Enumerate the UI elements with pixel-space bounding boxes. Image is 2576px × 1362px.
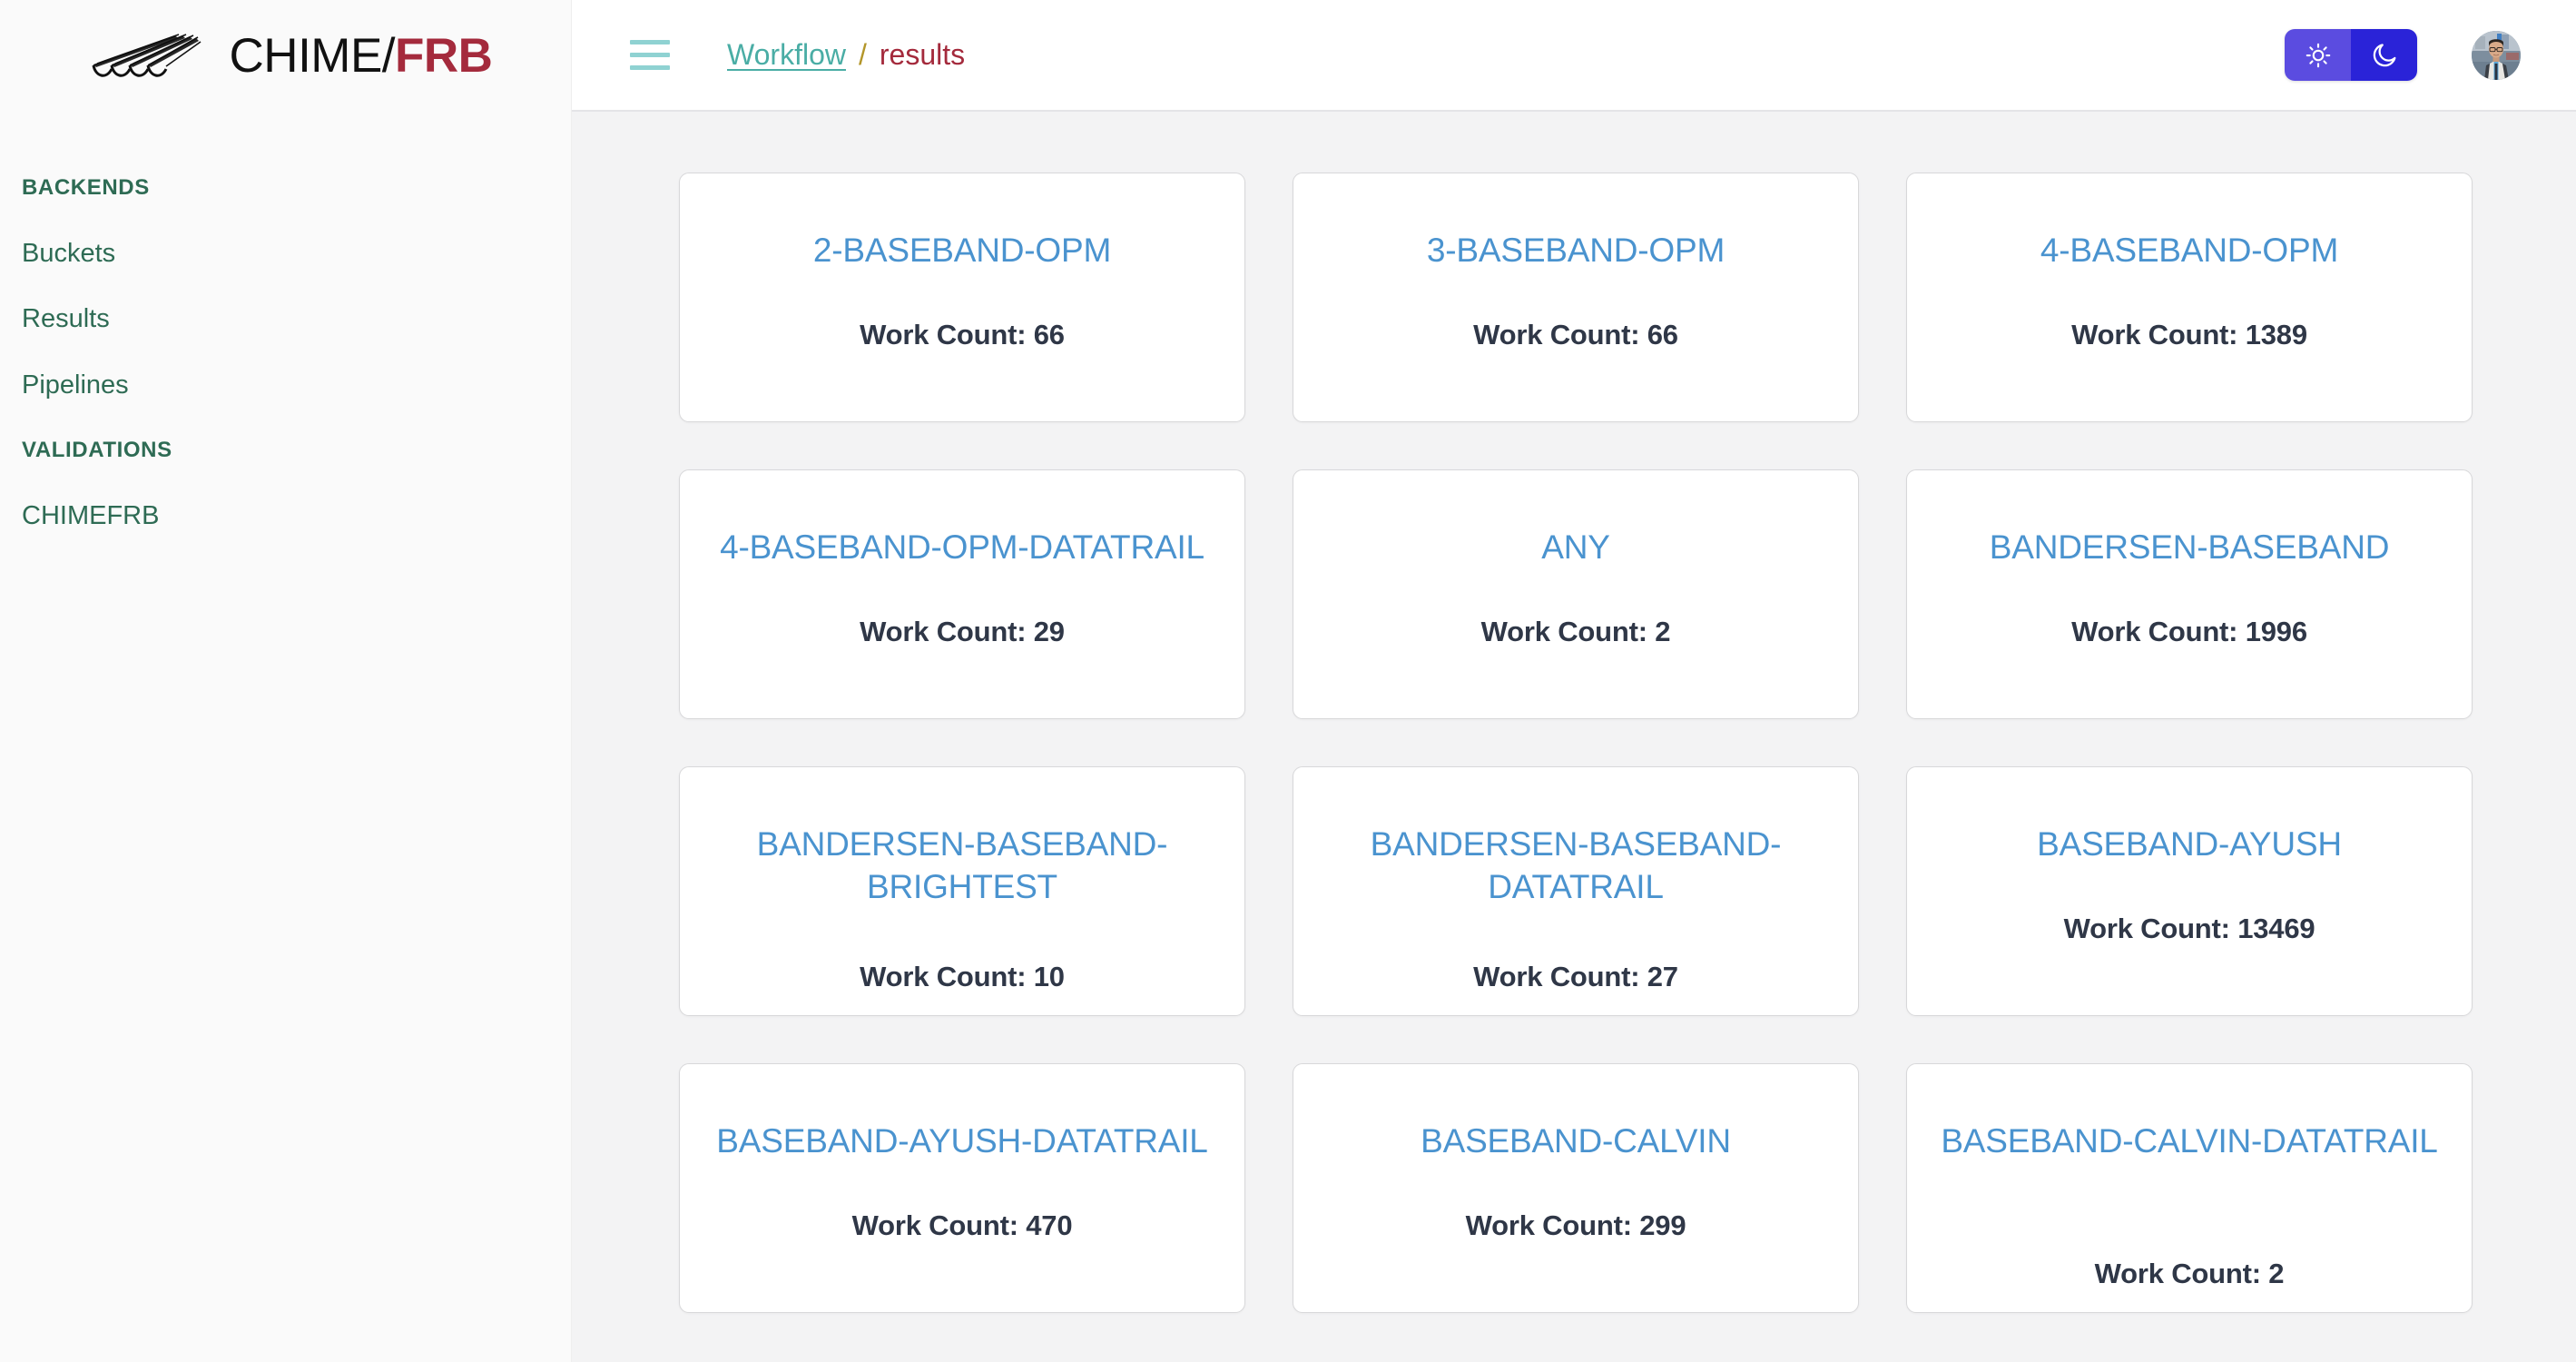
result-card-title[interactable]: BANDERSEN-BASEBAND	[1931, 527, 2448, 569]
chime-telescope-icon	[92, 33, 201, 77]
result-card-title[interactable]: 2-BASEBAND-OPM	[703, 230, 1221, 272]
header-actions	[2285, 29, 2521, 81]
result-card[interactable]: ANY Work Count: 2	[1293, 469, 1859, 719]
sidebar-item-chimefrb[interactable]: CHIMEFRB	[0, 483, 571, 548]
result-card[interactable]: BANDERSEN-BASEBAND Work Count: 1996	[1906, 469, 2473, 719]
user-avatar-photo	[2472, 30, 2521, 80]
result-card-work-count: Work Count: 1996	[2071, 616, 2307, 647]
result-card[interactable]: 2-BASEBAND-OPM Work Count: 66	[679, 173, 1245, 422]
result-card-work-count: Work Count: 66	[1473, 319, 1678, 350]
result-card-work-count: Work Count: 2	[1480, 616, 1671, 647]
theme-toggle-dark-half[interactable]	[2351, 29, 2417, 81]
sidebar-nav: BACKENDS Buckets Results Pipelines VALID…	[0, 112, 571, 548]
theme-toggle-light-half[interactable]	[2285, 29, 2351, 81]
result-card-title[interactable]: 3-BASEBAND-OPM	[1317, 230, 1834, 272]
result-card-title[interactable]: BASEBAND-AYUSH-DATATRAIL	[703, 1120, 1221, 1163]
logo-text-chime: CHIME	[229, 29, 383, 83]
sidebar-item-results[interactable]: Results	[0, 286, 571, 351]
moon-icon	[2373, 43, 2395, 66]
sun-icon	[2306, 43, 2330, 67]
logo-text-slash: /	[381, 29, 396, 83]
result-card[interactable]: 3-BASEBAND-OPM Work Count: 66	[1293, 173, 1859, 422]
breadcrumb: Workflow / results	[727, 38, 965, 72]
main-content: 2-BASEBAND-OPM Work Count: 66 3-BASEBAND…	[572, 112, 2576, 1362]
result-card-title[interactable]: BASEBAND-CALVIN	[1317, 1120, 1834, 1163]
result-card-work-count: Work Count: 27	[1473, 961, 1678, 992]
result-card-work-count: Work Count: 1389	[2071, 319, 2307, 350]
hamburger-bar	[630, 40, 670, 44]
nav-section-title-backends: BACKENDS	[22, 175, 150, 200]
logo-text-frb: FRB	[395, 29, 493, 83]
result-card-title[interactable]: BANDERSEN-BASEBAND-DATATRAIL	[1317, 824, 1834, 908]
nav-section-title-validations: VALIDATIONS	[22, 437, 172, 462]
result-card-work-count: Work Count: 29	[860, 616, 1065, 647]
sidebar-item-pipelines[interactable]: Pipelines	[0, 352, 571, 418]
result-card-work-count: Work Count: 66	[860, 319, 1065, 350]
result-card[interactable]: BASEBAND-AYUSH-DATATRAIL Work Count: 470	[679, 1063, 1245, 1313]
result-card[interactable]: BANDERSEN-BASEBAND-BRIGHTEST Work Count:…	[679, 766, 1245, 1016]
result-card-work-count: Work Count: 13469	[2063, 913, 2315, 944]
result-card-work-count: Work Count: 2	[2094, 1258, 2285, 1289]
result-card[interactable]: BASEBAND-AYUSH Work Count: 13469	[1906, 766, 2473, 1016]
results-card-grid: 2-BASEBAND-OPM Work Count: 66 3-BASEBAND…	[572, 112, 2473, 1313]
result-card-title[interactable]: 4-BASEBAND-OPM-DATATRAIL	[703, 527, 1221, 569]
result-card-title[interactable]: ANY	[1317, 527, 1834, 569]
sidebar: CHIME / FRB BACKENDS Buckets Results Pipel…	[0, 0, 572, 1362]
brand-logo[interactable]: CHIME / FRB	[0, 0, 571, 112]
result-card-work-count: Work Count: 299	[1465, 1209, 1686, 1241]
result-card-work-count: Work Count: 470	[851, 1209, 1073, 1241]
app-root: CHIME / FRB BACKENDS Buckets Results Pipel…	[0, 0, 2576, 1362]
hamburger-menu-icon[interactable]	[630, 37, 672, 74]
hamburger-bar	[630, 53, 670, 57]
user-avatar[interactable]	[2472, 30, 2521, 80]
breadcrumb-current-results: results	[879, 38, 966, 71]
result-card-title[interactable]: 4-BASEBAND-OPM	[1931, 230, 2448, 272]
top-header: Workflow / results	[572, 0, 2576, 112]
result-card[interactable]: BASEBAND-CALVIN Work Count: 299	[1293, 1063, 1859, 1313]
breadcrumb-link-workflow[interactable]: Workflow	[727, 38, 846, 72]
result-card-title[interactable]: BASEBAND-AYUSH	[1931, 824, 2448, 866]
result-card-work-count: Work Count: 10	[860, 961, 1065, 992]
result-card-title[interactable]: BANDERSEN-BASEBAND-BRIGHTEST	[703, 824, 1221, 908]
result-card[interactable]: 4-BASEBAND-OPM Work Count: 1389	[1906, 173, 2473, 422]
result-card-title[interactable]: BASEBAND-CALVIN-DATATRAIL	[1931, 1120, 2448, 1163]
result-card[interactable]: BANDERSEN-BASEBAND-DATATRAIL Work Count:…	[1293, 766, 1859, 1016]
sidebar-item-buckets[interactable]: Buckets	[0, 221, 571, 286]
result-card[interactable]: BASEBAND-CALVIN-DATATRAIL Work Count: 2	[1906, 1063, 2473, 1313]
theme-toggle[interactable]	[2285, 29, 2417, 81]
result-card[interactable]: 4-BASEBAND-OPM-DATATRAIL Work Count: 29	[679, 469, 1245, 719]
breadcrumb-separator: /	[858, 38, 867, 71]
hamburger-bar	[630, 65, 670, 70]
